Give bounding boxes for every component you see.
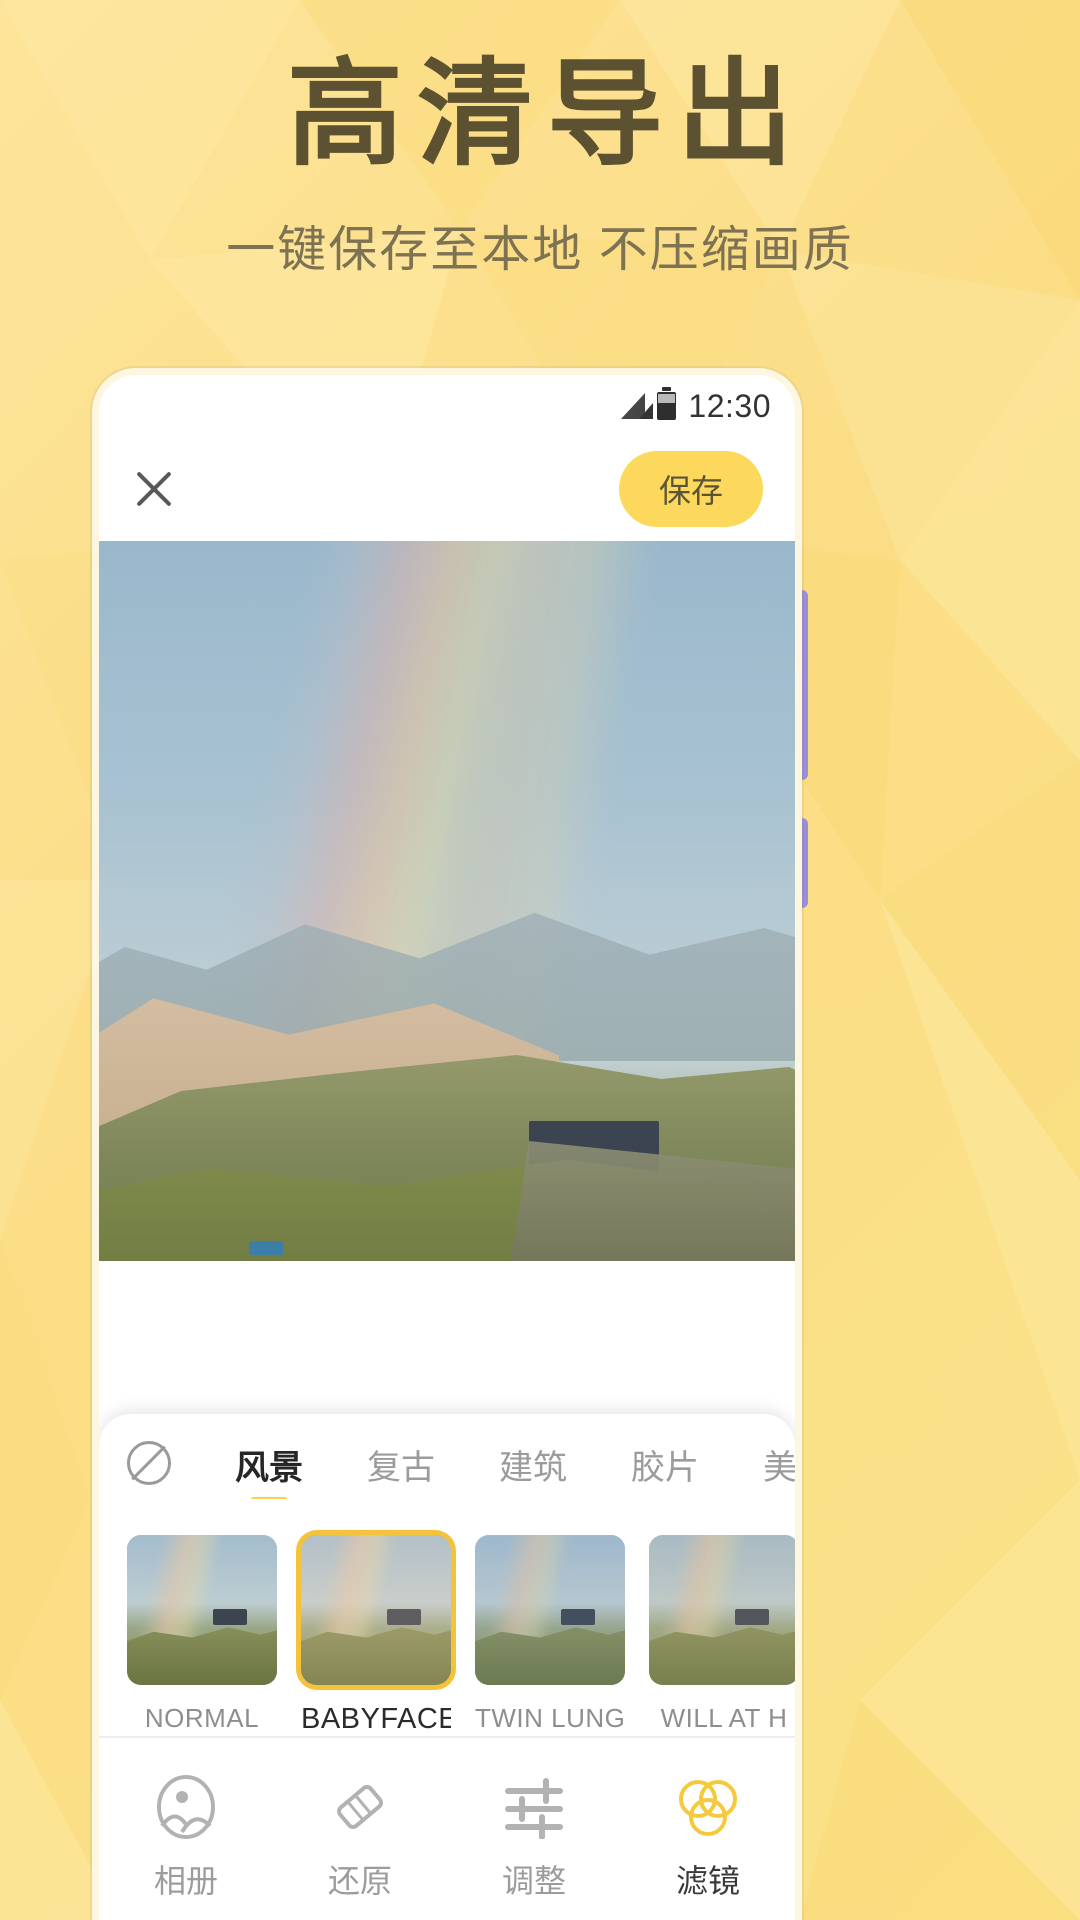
- status-bar: 12:30: [99, 375, 795, 437]
- signal-bars-icon: [621, 393, 645, 419]
- nav-item-filter[interactable]: 滤镜: [628, 1772, 788, 1902]
- filter-tab-3[interactable]: 胶片: [599, 1436, 731, 1489]
- filter-item-3[interactable]: WILL AT H: [649, 1535, 795, 1736]
- editor-header: 保存: [99, 437, 795, 541]
- nav-label: 还原: [280, 1856, 440, 1902]
- filter-item-0[interactable]: NORMAL: [127, 1535, 277, 1736]
- filter-thumbnail: [127, 1535, 277, 1685]
- nav-item-reset[interactable]: 还原: [280, 1772, 440, 1902]
- save-button[interactable]: 保存: [619, 451, 763, 527]
- status-bar-clock: 12:30: [688, 388, 771, 425]
- photo-preview[interactable]: [99, 541, 795, 1261]
- nav-label: 相册: [106, 1856, 266, 1902]
- filter-tab-1[interactable]: 复古: [335, 1436, 467, 1489]
- nav-label: 滤镜: [628, 1856, 788, 1902]
- filter-tab-label: 美食: [763, 1449, 795, 1487]
- nav-item-album[interactable]: 相册: [106, 1772, 266, 1902]
- phone-mockup: 12:30 保存 风景 复古 建筑 胶片 美食 人像: [92, 368, 802, 1920]
- photo-tent: [249, 1241, 283, 1255]
- filter-tab-4[interactable]: 美食: [731, 1436, 795, 1489]
- nav-label: 调整: [454, 1856, 614, 1902]
- filter-panel: 风景 复古 建筑 胶片 美食 人像 NORMAL BABYFACE: [99, 1414, 795, 1920]
- filter-item-2[interactable]: TWIN LUNGS: [475, 1535, 625, 1736]
- filter-thumbnail: [301, 1535, 451, 1685]
- no-filter-icon[interactable]: [127, 1441, 171, 1485]
- close-icon[interactable]: [131, 466, 177, 512]
- album-icon: [106, 1772, 266, 1842]
- filter-tab-0[interactable]: 风景: [203, 1436, 335, 1489]
- page-subtitle: 一键保存至本地 不压缩画质: [0, 219, 1080, 283]
- filter-tab-label: 胶片: [631, 1449, 699, 1487]
- filter-thumbnail: [475, 1535, 625, 1685]
- filter-tab-label: 风景: [235, 1449, 303, 1487]
- battery-icon: [657, 392, 676, 420]
- filter-thumbnail: [649, 1535, 795, 1685]
- filter-category-tabs: 风景 复古 建筑 胶片 美食 人像: [99, 1414, 795, 1499]
- filter-name: TWIN LUNGS: [475, 1703, 625, 1734]
- filter-tab-2[interactable]: 建筑: [467, 1436, 599, 1489]
- filter-name: NORMAL: [127, 1703, 277, 1734]
- filter-rings-icon: [628, 1772, 788, 1842]
- page-title: 高清导出: [0, 46, 1080, 183]
- filter-item-1[interactable]: BABYFACE: [301, 1535, 451, 1736]
- eraser-icon: [280, 1772, 440, 1842]
- filter-name: BABYFACE: [301, 1703, 451, 1736]
- sliders-icon: [454, 1772, 614, 1842]
- filter-tab-label: 复古: [367, 1449, 435, 1487]
- filter-thumbnail-strip[interactable]: NORMAL BABYFACE TWIN LUNGS: [99, 1499, 795, 1736]
- nav-item-adjust[interactable]: 调整: [454, 1772, 614, 1902]
- bottom-nav: 相册 还原: [99, 1736, 795, 1920]
- filter-tab-label: 建筑: [499, 1449, 567, 1487]
- filter-name: WILL AT H: [649, 1703, 795, 1734]
